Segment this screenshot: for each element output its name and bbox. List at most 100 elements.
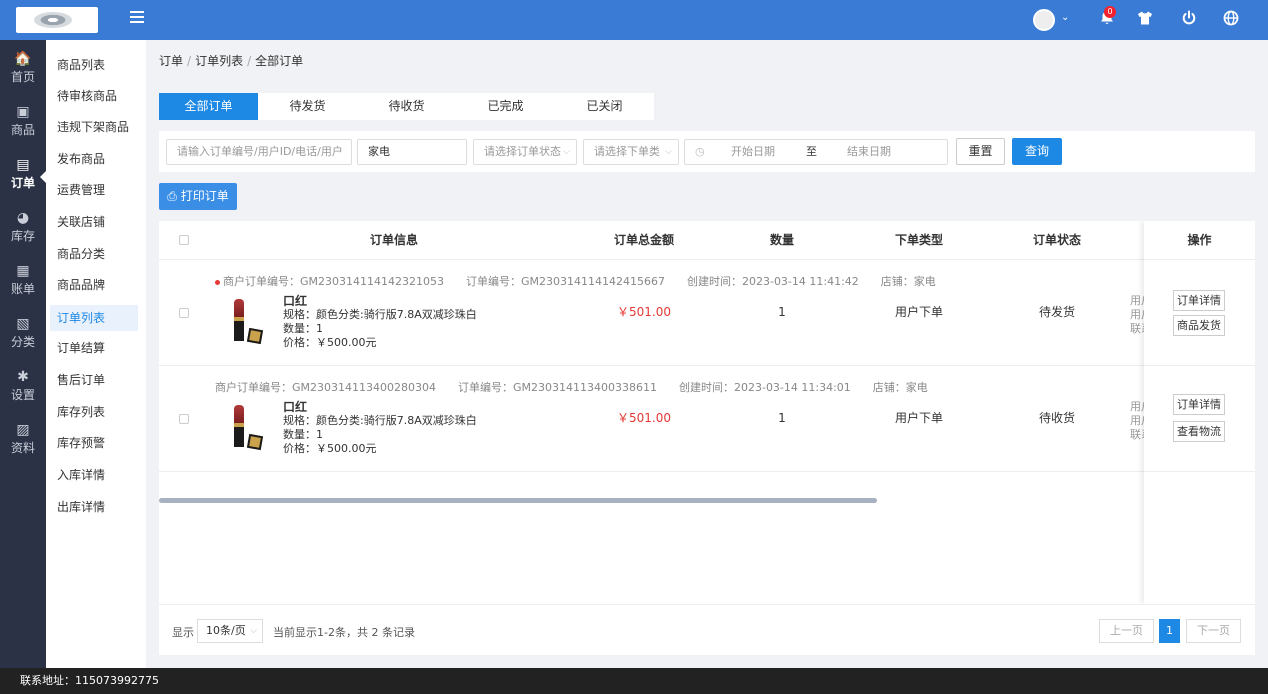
- horizontal-scrollbar[interactable]: [159, 498, 877, 503]
- subnav-item[interactable]: 违规下架商品: [50, 114, 138, 140]
- product-thumbnail[interactable]: [230, 405, 266, 455]
- logo[interactable]: [16, 7, 98, 33]
- row-checkbox[interactable]: [179, 414, 189, 424]
- page-1-button[interactable]: 1: [1159, 619, 1180, 643]
- chevron-down-icon: ⌵: [665, 147, 672, 157]
- table-header: 订单信息 订单总金额 数量 下单类型 订单状态: [159, 221, 1255, 260]
- order-qty: 1: [778, 305, 786, 319]
- date-range-separator: 至: [806, 145, 817, 158]
- product-price: 价格：￥500.00元: [283, 336, 377, 349]
- menu-icon[interactable]: [130, 11, 144, 25]
- order-status-select[interactable]: 请选择订单状态 ⌵: [473, 139, 577, 165]
- chevron-down-icon[interactable]: ⌄: [1061, 12, 1069, 23]
- date-range-picker[interactable]: ◷ 开始日期 至 结束日期: [684, 139, 948, 165]
- tab-all[interactable]: 全部订单: [159, 93, 258, 120]
- breadcrumb-item[interactable]: 订单列表: [195, 54, 243, 68]
- shop-input[interactable]: 家电: [357, 139, 467, 165]
- prev-page-button[interactable]: 上一页: [1099, 619, 1154, 643]
- home-icon: 🏠: [14, 51, 32, 67]
- subnav-item[interactable]: 出库详情: [50, 494, 138, 520]
- nav-home[interactable]: 🏠 首页: [0, 45, 46, 97]
- pager-show-label: 显示: [172, 626, 194, 639]
- header-total: 订单总金额: [613, 233, 674, 247]
- breadcrumb-current: 全部订单: [255, 54, 304, 68]
- pie-icon: ◕: [16, 210, 30, 226]
- subnav-item[interactable]: 库存预警: [50, 430, 138, 456]
- image-icon: ▨: [16, 422, 30, 438]
- view-logistics-button[interactable]: 查看物流: [1173, 421, 1225, 442]
- row-checkbox[interactable]: [179, 308, 189, 318]
- order-qty: 1: [778, 411, 786, 425]
- order-type: 用户下单: [894, 305, 943, 319]
- order-total: ￥501.00: [617, 411, 671, 425]
- nav-orders[interactable]: ▤ 订单: [0, 151, 46, 203]
- orders-table: 订单信息 订单总金额 数量 下单类型 订单状态 商户订单编号：GM2303141…: [159, 221, 1255, 604]
- header-order-info: 订单信息: [369, 233, 418, 247]
- subnav-item[interactable]: 关联店铺: [50, 209, 138, 235]
- product-spec: 规格：颜色分类:骑行版7.8A双减珍珠白: [283, 414, 477, 427]
- subnav-item[interactable]: 待审核商品: [50, 83, 138, 109]
- tab-to-receive[interactable]: 待收货: [357, 93, 456, 120]
- subnav-item[interactable]: 订单结算: [50, 335, 138, 361]
- product-thumbnail[interactable]: [230, 299, 266, 349]
- tab-to-ship[interactable]: 待发货: [258, 93, 357, 120]
- filter-bar: 请输入订单编号/用户ID/电话/用户 家电 请选择订单状态 ⌵ 请选择下单类 ⌵ ◷…: [159, 131, 1255, 172]
- globe-icon[interactable]: [1221, 10, 1241, 30]
- header-ops: 操作: [1144, 221, 1255, 260]
- subnav-item[interactable]: 售后订单: [50, 367, 138, 393]
- order-icon: ▤: [16, 157, 30, 173]
- start-date-input[interactable]: 开始日期: [731, 140, 775, 164]
- chevron-down-icon: ⌵: [563, 147, 570, 157]
- shirt-icon[interactable]: [1135, 10, 1155, 30]
- order-type-select[interactable]: 请选择下单类 ⌵: [583, 139, 679, 165]
- query-button[interactable]: 查询: [1012, 138, 1062, 165]
- box-icon: ▣: [16, 104, 30, 120]
- subnav-item[interactable]: 库存列表: [50, 399, 138, 425]
- order-detail-button[interactable]: 订单详情: [1173, 290, 1225, 311]
- next-page-button[interactable]: 下一页: [1186, 619, 1241, 643]
- subnav-item[interactable]: 入库详情: [50, 462, 138, 488]
- search-input[interactable]: 请输入订单编号/用户ID/电话/用户: [166, 139, 352, 165]
- product-price: 价格：￥500.00元: [283, 442, 377, 455]
- subnav-item[interactable]: 商品品牌: [50, 272, 138, 298]
- table-row: 商户订单编号：GM230314113400280304 订单编号：GM23031…: [159, 366, 1255, 472]
- subnav-item[interactable]: 商品分类: [50, 241, 138, 267]
- clock-icon: ◷: [695, 145, 705, 158]
- notification-badge: 0: [1104, 6, 1116, 18]
- lipstick-image: [234, 299, 244, 341]
- nav-bills[interactable]: ▦ 账单: [0, 257, 46, 309]
- print-orders-button[interactable]: ⎙ 打印订单: [159, 183, 237, 210]
- subnav-item[interactable]: 商品列表: [50, 52, 138, 78]
- lipstick-image: [234, 405, 244, 447]
- status-tabs: 全部订单 待发货 待收货 已完成 已关闭: [159, 93, 654, 120]
- user-info-clipped: 用户 用户 联系: [1130, 294, 1144, 335]
- chevron-down-icon: ⌵: [250, 626, 257, 636]
- subnav-item-order-list[interactable]: 订单列表: [50, 305, 138, 331]
- tab-closed[interactable]: 已关闭: [555, 93, 654, 120]
- primary-nav: 🏠 首页 ▣ 商品 ▤ 订单 ◕ 库存 ▦ 账单 ▧ 分类 ✱ 设置 ▨ 资料: [0, 40, 46, 668]
- reset-button[interactable]: 重置: [956, 138, 1005, 165]
- page-size-select[interactable]: 10条/页 ⌵: [197, 619, 263, 643]
- pagination: 显示 10条/页 ⌵ 当前显示1-2条，共 2 条记录 上一页 1 下一页: [159, 604, 1255, 655]
- ship-goods-button[interactable]: 商品发货: [1173, 315, 1225, 336]
- select-all-checkbox[interactable]: [179, 235, 189, 245]
- user-avatar[interactable]: [1033, 9, 1055, 31]
- product-spec: 规格：颜色分类:骑行版7.8A双减珍珠白: [283, 308, 477, 321]
- table-row: 商户订单编号：GM230314114142321053 订单编号：GM23031…: [159, 260, 1255, 366]
- order-detail-button[interactable]: 订单详情: [1173, 394, 1225, 415]
- unread-dot-icon: [215, 279, 220, 285]
- product-info: 口红 规格：颜色分类:骑行版7.8A双减珍珠白 数量：1 价格：￥500.00元: [283, 294, 477, 350]
- tab-completed[interactable]: 已完成: [456, 93, 555, 120]
- power-icon[interactable]: [1179, 10, 1199, 30]
- nav-stock[interactable]: ◕ 库存: [0, 204, 46, 256]
- nav-profile[interactable]: ▨ 资料: [0, 416, 46, 468]
- nav-category[interactable]: ▧ 分类: [0, 310, 46, 362]
- end-date-input[interactable]: 结束日期: [847, 140, 891, 164]
- nav-settings[interactable]: ✱ 设置: [0, 363, 46, 415]
- breadcrumb-item[interactable]: 订单: [159, 54, 183, 68]
- product-count: 数量：1: [283, 322, 323, 335]
- header-type: 下单类型: [894, 233, 943, 247]
- nav-goods[interactable]: ▣ 商品: [0, 98, 46, 150]
- subnav-item[interactable]: 运费管理: [50, 177, 138, 203]
- subnav-item[interactable]: 发布商品: [50, 146, 138, 172]
